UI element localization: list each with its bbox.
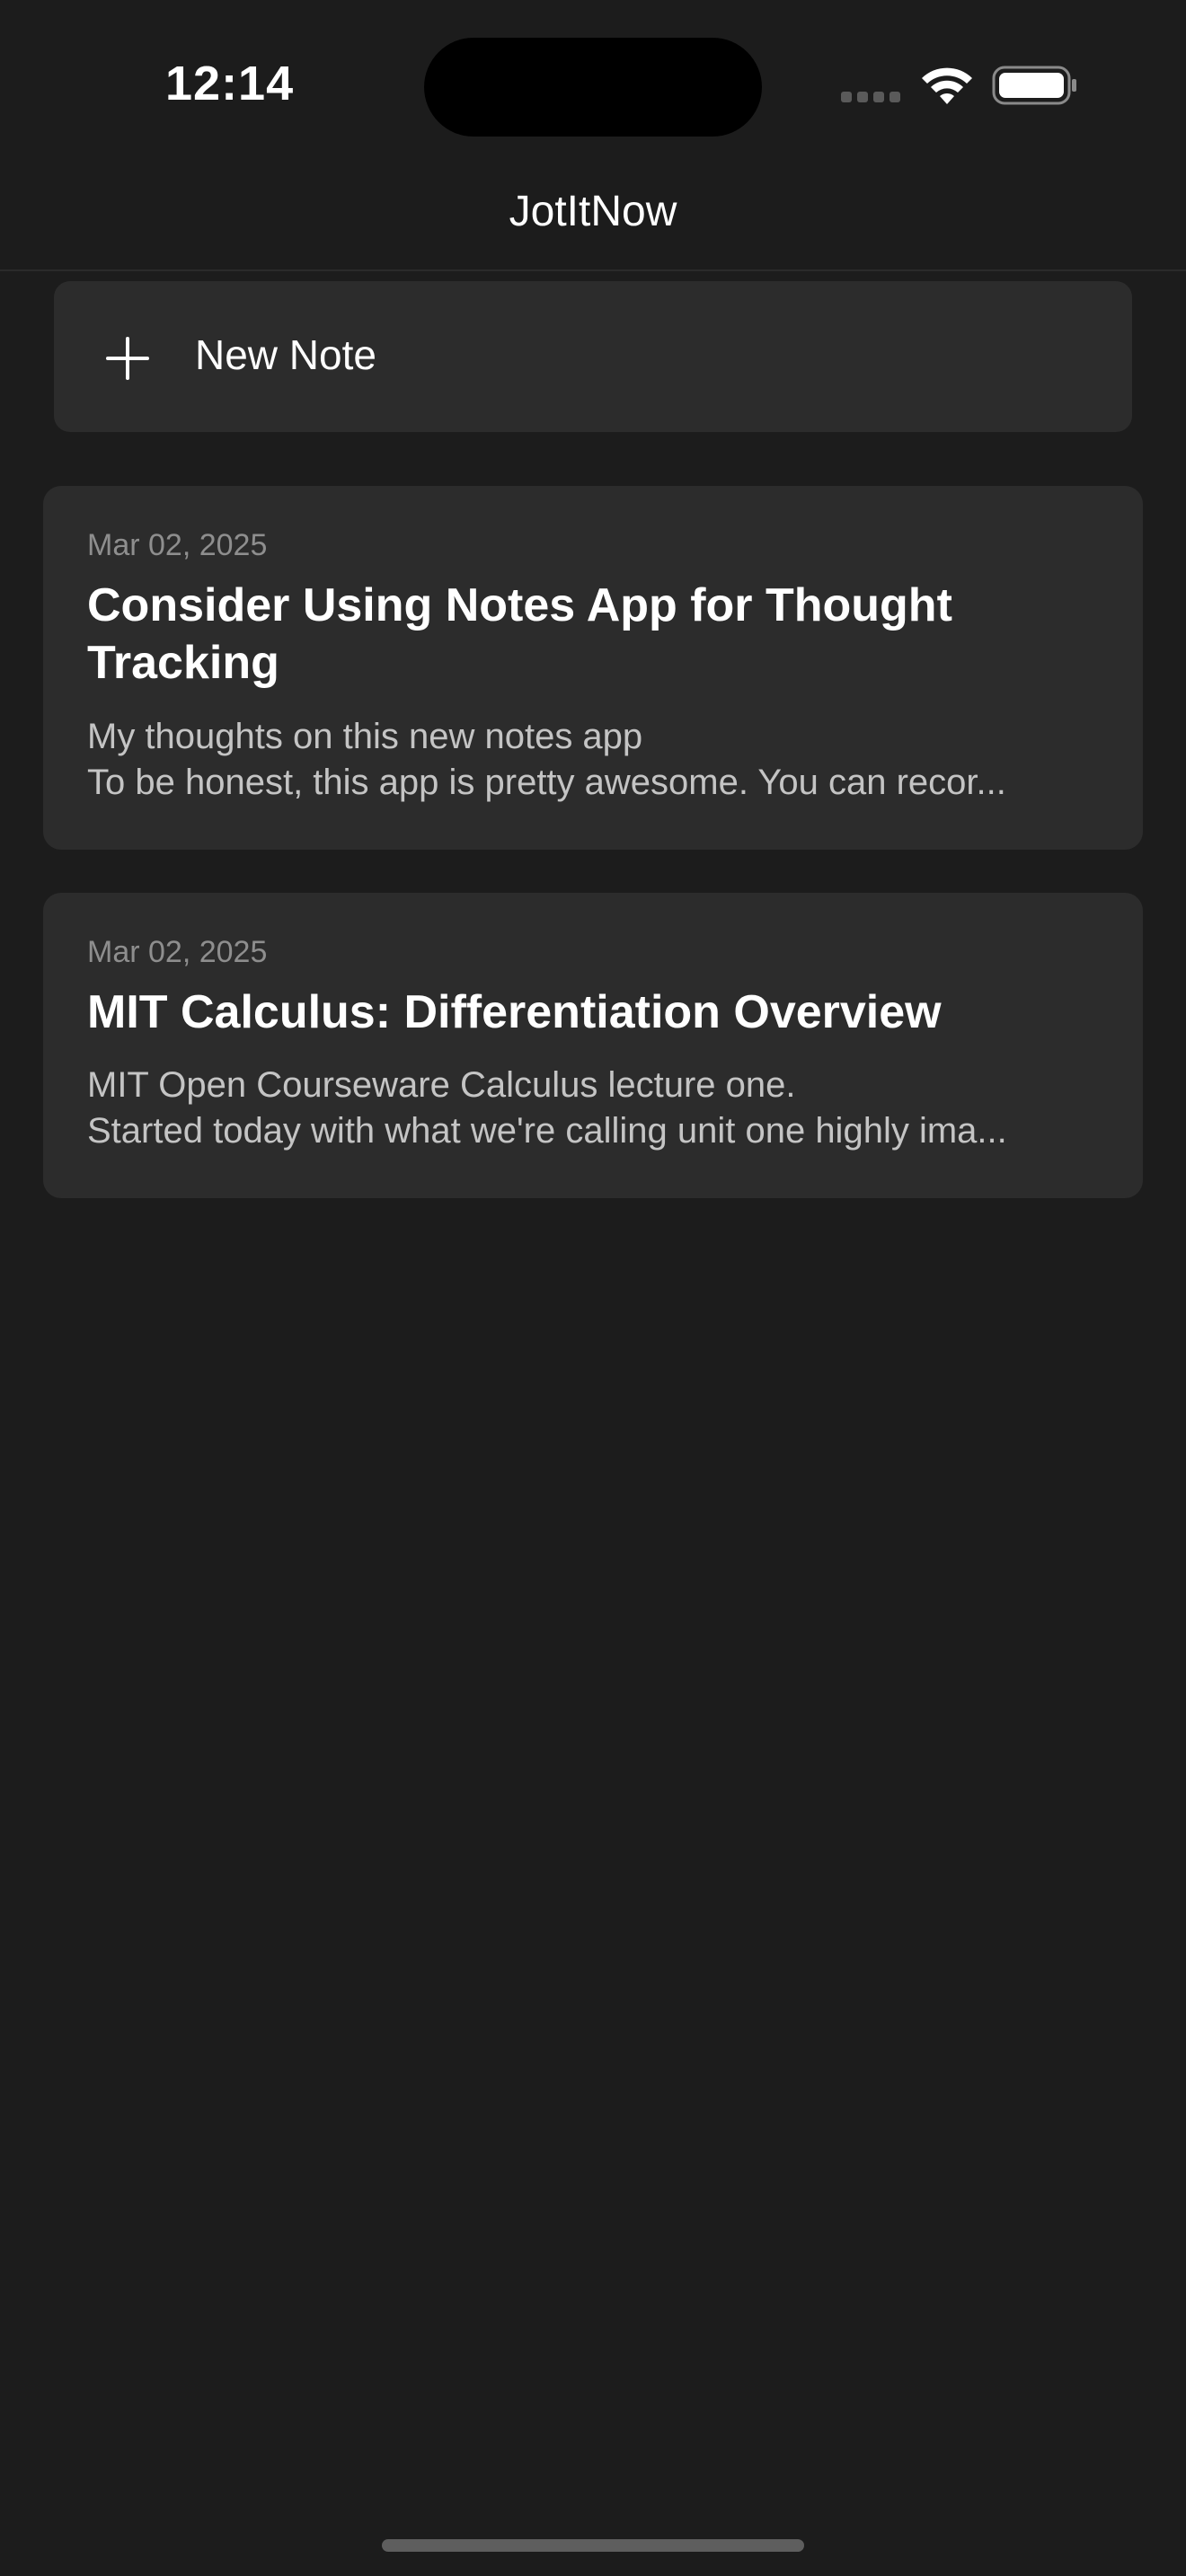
note-title: MIT Calculus: Differentiation Overview <box>87 986 942 1038</box>
battery-icon <box>992 66 1076 105</box>
note-preview: My thoughts on this new notes app To be … <box>87 714 1107 806</box>
status-time: 12:14 <box>165 57 295 110</box>
note-preview-line: My thoughts on this new notes app <box>87 717 643 756</box>
home-indicator[interactable] <box>382 2539 804 2552</box>
note-date: Mar 02, 2025 <box>87 935 268 969</box>
new-note-label[interactable]: New Note <box>195 331 376 379</box>
note-preview-line: MIT Open Courseware Calculus lecture one… <box>87 1065 796 1105</box>
note-date: Mar 02, 2025 <box>87 528 268 562</box>
note-card[interactable]: Mar 02, 2025 MIT Calculus: Differentiati… <box>43 893 1143 1198</box>
plus-icon[interactable] <box>106 337 149 380</box>
note-preview-line: Started today with what we're calling un… <box>87 1111 1007 1151</box>
note-preview: MIT Open Courseware Calculus lecture one… <box>87 1063 1107 1154</box>
note-title: Consider Using Notes App for Thought Tra… <box>87 579 952 689</box>
note-preview-line: To be honest, this app is pretty awesome… <box>87 763 1006 802</box>
note-card[interactable]: Mar 02, 2025 Consider Using Notes App fo… <box>43 486 1143 850</box>
signal-dots-icon <box>841 92 902 102</box>
page-title: JotItNow <box>509 188 677 235</box>
wifi-icon <box>922 67 972 104</box>
navigation-bar: JotItNow <box>0 162 1186 271</box>
dynamic-island <box>424 38 762 137</box>
status-bar: 12:14 <box>0 0 1186 162</box>
